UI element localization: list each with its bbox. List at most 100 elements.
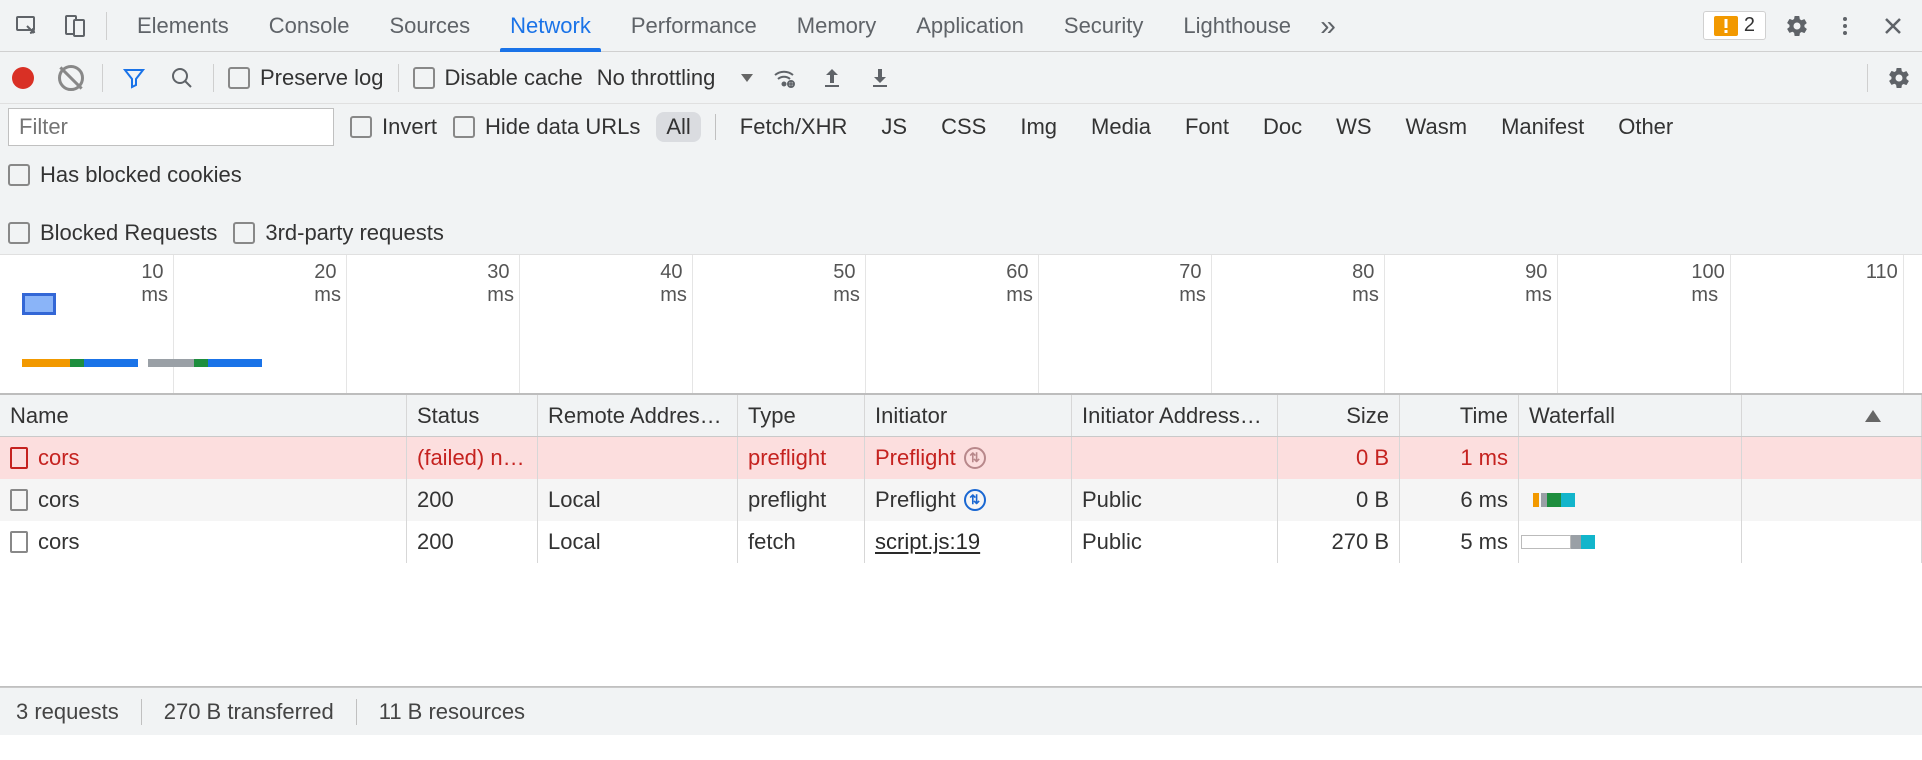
request-time: 5 ms xyxy=(1460,529,1508,555)
record-button[interactable] xyxy=(6,61,40,95)
device-toolbar-icon[interactable] xyxy=(58,9,92,43)
tab-security[interactable]: Security xyxy=(1044,0,1163,51)
request-type: preflight xyxy=(748,487,826,513)
col-remote-address[interactable]: Remote Address Space xyxy=(538,395,738,436)
tab-application[interactable]: Application xyxy=(896,0,1044,51)
settings-icon[interactable] xyxy=(1780,9,1814,43)
initiator-address: Public xyxy=(1082,529,1142,555)
hide-data-urls-checkbox[interactable]: Hide data URLs xyxy=(453,114,640,140)
initiator-link[interactable]: script.js:19 xyxy=(875,529,980,555)
network-toolbar: Preserve log Disable cache No throttling xyxy=(0,52,1922,104)
overview-bar xyxy=(208,359,262,367)
throttling-select[interactable]: No throttling xyxy=(597,65,754,91)
filter-type-wasm[interactable]: Wasm xyxy=(1396,112,1478,142)
third-party-checkbox[interactable]: 3rd-party requests xyxy=(233,220,444,246)
download-har-icon[interactable] xyxy=(863,61,897,95)
filter-type-js[interactable]: JS xyxy=(871,112,917,142)
checkbox-icon xyxy=(228,67,250,89)
timeline-tick: 80 ms xyxy=(1384,255,1385,393)
col-initiator-address[interactable]: Initiator Address Space xyxy=(1072,395,1278,436)
checkbox-icon xyxy=(350,116,372,138)
cell-remote: Local xyxy=(538,479,738,521)
filter-icon[interactable] xyxy=(117,61,151,95)
preflight-icon: ⇅ xyxy=(964,489,986,511)
timeline-tick-label: 110 xyxy=(1866,261,1898,284)
blocked-requests-checkbox[interactable]: Blocked Requests xyxy=(8,220,217,246)
clear-button[interactable] xyxy=(54,61,88,95)
throttling-value: No throttling xyxy=(597,65,716,91)
table-row[interactable]: cors200LocalpreflightPreflight⇅Public0 B… xyxy=(0,479,1922,521)
waterfall-segment xyxy=(1547,493,1561,507)
col-initiator[interactable]: Initiator xyxy=(865,395,1072,436)
tab-network[interactable]: Network xyxy=(490,0,611,51)
search-icon[interactable] xyxy=(165,61,199,95)
col-time[interactable]: Time xyxy=(1400,395,1519,436)
col-type[interactable]: Type xyxy=(738,395,865,436)
issues-badge[interactable]: 2 xyxy=(1703,11,1766,40)
filter-type-img[interactable]: Img xyxy=(1010,112,1067,142)
status-bar: 3 requests 270 B transferred 11 B resour… xyxy=(0,687,1922,735)
initiator-text: Preflight xyxy=(875,445,956,471)
table-row[interactable]: cors200Localfetchscript.js:19Public270 B… xyxy=(0,521,1922,563)
waterfall-segment xyxy=(1571,535,1581,549)
col-size[interactable]: Size xyxy=(1278,395,1400,436)
overview-bar xyxy=(22,359,70,367)
disable-cache-checkbox[interactable]: Disable cache xyxy=(413,65,583,91)
filter-type-manifest[interactable]: Manifest xyxy=(1491,112,1594,142)
filter-type-media[interactable]: Media xyxy=(1081,112,1161,142)
third-party-label: 3rd-party requests xyxy=(265,220,444,246)
cell-initiator-address: Public xyxy=(1072,479,1278,521)
filter-input[interactable] xyxy=(8,108,334,146)
close-devtools-icon[interactable] xyxy=(1876,9,1910,43)
inspect-element-icon[interactable] xyxy=(10,9,44,43)
tab-console[interactable]: Console xyxy=(249,0,370,51)
tab-lighthouse[interactable]: Lighthouse xyxy=(1163,0,1311,51)
network-settings-icon[interactable] xyxy=(1882,61,1916,95)
tab-memory[interactable]: Memory xyxy=(777,0,896,51)
upload-har-icon[interactable] xyxy=(815,61,849,95)
filter-type-font[interactable]: Font xyxy=(1175,112,1239,142)
divider xyxy=(715,114,716,140)
warning-icon xyxy=(1714,16,1738,36)
divider xyxy=(213,64,214,92)
table-row[interactable]: cors(failed) net::ERR_FAILEDpreflightPre… xyxy=(0,437,1922,479)
has-blocked-cookies-checkbox[interactable]: Has blocked cookies xyxy=(8,162,242,188)
col-name[interactable]: Name xyxy=(0,395,407,436)
blocked-requests-label: Blocked Requests xyxy=(40,220,217,246)
request-type: preflight xyxy=(748,445,826,471)
filter-type-doc[interactable]: Doc xyxy=(1253,112,1312,142)
tab-sources[interactable]: Sources xyxy=(369,0,490,51)
initiator-text: Preflight xyxy=(875,487,956,513)
cell-initiator: script.js:19 xyxy=(865,521,1072,563)
more-tabs-icon[interactable]: » xyxy=(1311,9,1345,43)
filter-type-fetchxhr[interactable]: Fetch/XHR xyxy=(730,112,858,142)
tab-elements[interactable]: Elements xyxy=(117,0,249,51)
col-waterfall[interactable]: Waterfall xyxy=(1519,395,1922,436)
timeline-tick-label: 50 ms xyxy=(833,261,860,307)
timeline-overview[interactable]: 10 ms20 ms30 ms40 ms50 ms60 ms70 ms80 ms… xyxy=(0,255,1922,395)
status-transferred: 270 B transferred xyxy=(164,699,334,725)
filter-type-ws[interactable]: WS xyxy=(1326,112,1381,142)
cell-waterfall xyxy=(1519,479,1922,521)
preserve-log-checkbox[interactable]: Preserve log xyxy=(228,65,384,91)
invert-checkbox[interactable]: Invert xyxy=(350,114,437,140)
checkbox-icon xyxy=(233,222,255,244)
network-conditions-icon[interactable] xyxy=(767,61,801,95)
divider xyxy=(1741,479,1742,521)
filter-type-all[interactable]: All xyxy=(656,112,700,142)
divider xyxy=(102,64,103,92)
timeline-tick: 60 ms xyxy=(1038,255,1039,393)
checkbox-icon xyxy=(413,67,435,89)
request-size: 270 B xyxy=(1332,529,1390,555)
timeline-tick: 70 ms xyxy=(1211,255,1212,393)
filter-type-other[interactable]: Other xyxy=(1608,112,1683,142)
tab-performance[interactable]: Performance xyxy=(611,0,777,51)
col-status[interactable]: Status xyxy=(407,395,538,436)
filter-type-css[interactable]: CSS xyxy=(931,112,996,142)
request-name: cors xyxy=(38,445,80,471)
cell-name: cors xyxy=(0,479,407,521)
divider xyxy=(356,699,357,725)
kebab-menu-icon[interactable] xyxy=(1828,9,1862,43)
divider xyxy=(141,699,142,725)
table-header-row: Name Status Remote Address Space Type In… xyxy=(0,395,1922,437)
